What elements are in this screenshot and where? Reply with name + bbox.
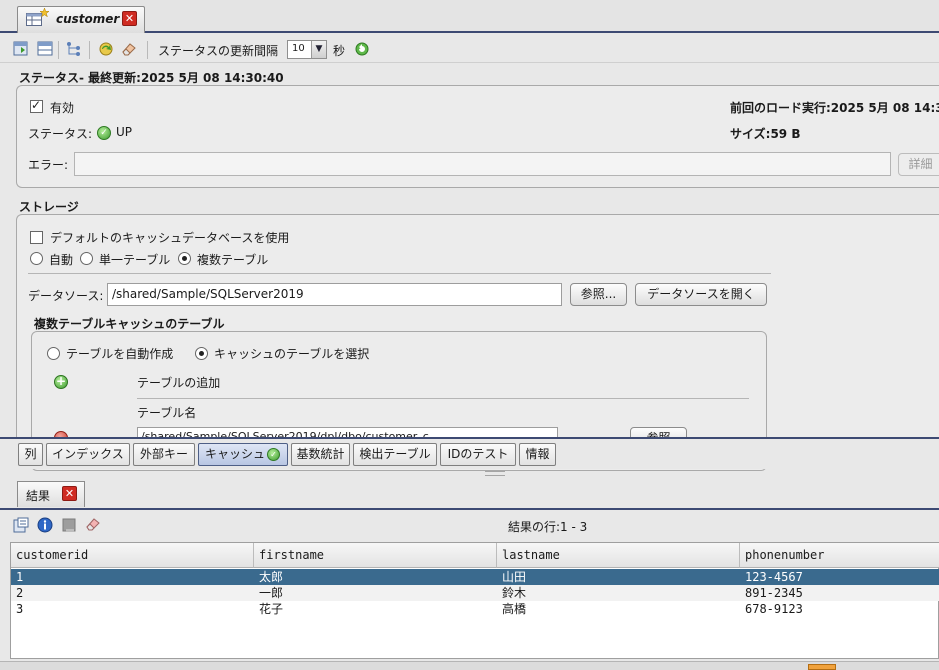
mode-auto-label: 自動: [49, 253, 74, 267]
interval-value[interactable]: 10: [292, 43, 305, 54]
error-label: エラー:: [28, 158, 69, 172]
interval-label: ステータスの更新間隔: [158, 44, 279, 58]
status-section-title: ステータス- 最終更新:2025 5月 08 14:30:40: [19, 71, 284, 85]
cell-customerid: 2: [16, 586, 24, 600]
mode-multi-radio[interactable]: [178, 252, 191, 265]
reload-icon[interactable]: [98, 41, 114, 57]
cell-phonenumber: 891-2345: [745, 586, 803, 600]
enabled-label: 有効: [50, 101, 75, 115]
mode-single-label: 単一テーブル: [99, 253, 171, 267]
result-row-count: 結果の行:1 - 3: [508, 520, 588, 534]
tab-id-test[interactable]: IDのテスト: [440, 443, 516, 466]
run-icon[interactable]: [355, 42, 369, 56]
interval-spinner[interactable]: 10 ▼: [287, 40, 327, 59]
open-datasource-button[interactable]: データソースを開く: [635, 283, 767, 306]
tab-cache[interactable]: キャッシュ ✓: [198, 443, 288, 466]
memory-indicator: [808, 664, 836, 670]
select-cache-table-label: キャッシュのテーブルを選択: [214, 347, 370, 361]
auto-create-table-label: テーブルを自動作成: [66, 347, 174, 361]
tab-results[interactable]: 結果 ✕: [17, 481, 85, 507]
enabled-checkbox[interactable]: [30, 98, 43, 113]
cache-ok-icon: ✓: [267, 448, 280, 461]
clear-results-icon[interactable]: [85, 516, 101, 532]
cell-lastname: 鈴木: [502, 586, 527, 600]
status-value: UP: [116, 125, 133, 139]
toolbar-separator: [89, 41, 90, 59]
detail-button[interactable]: 詳細: [898, 153, 939, 176]
results-tab-strip: [0, 477, 939, 510]
tab-indexes[interactable]: インデックス: [46, 443, 130, 466]
mode-single-radio[interactable]: [80, 252, 93, 265]
chevron-down-icon[interactable]: ▼: [311, 41, 326, 58]
multi-table-title: 複数テーブルキャッシュのテーブル: [34, 317, 225, 331]
storage-section-title: ストレージ: [19, 200, 79, 214]
status-label: ステータス:: [28, 127, 93, 141]
table-row[interactable]: 1 太郎 山田 123-4567: [11, 569, 939, 585]
interval-unit: 秒: [333, 44, 346, 58]
cell-lastname: 山田: [502, 570, 527, 584]
auto-create-table-radio[interactable]: [47, 347, 60, 360]
close-tab-icon[interactable]: ✕: [122, 11, 137, 26]
last-load-text: 前回のロード実行:2025 5月 08 14:30:2: [730, 101, 939, 115]
tab-foreign-keys[interactable]: 外部キー: [133, 443, 195, 466]
column-header-lastname[interactable]: lastname: [497, 543, 740, 568]
tab-detected-tables[interactable]: 検出テーブル: [353, 443, 437, 466]
select-cache-table-radio[interactable]: [195, 347, 208, 360]
stop-icon: [62, 518, 76, 532]
column-header-customerid[interactable]: customerid: [11, 543, 254, 568]
results-tab-title: 結果: [26, 489, 51, 503]
tree-icon[interactable]: [66, 41, 82, 57]
status-ok-icon: ✓: [97, 126, 111, 140]
column-header-phonenumber[interactable]: phonenumber: [740, 543, 939, 568]
tab-cache-label: キャッシュ: [205, 447, 266, 461]
cell-firstname: 一郎: [259, 586, 284, 600]
size-text: サイズ:59 B: [730, 127, 801, 141]
toolbar-separator: [147, 41, 148, 59]
close-results-icon[interactable]: ✕: [62, 486, 77, 501]
cell-lastname: 高橋: [502, 602, 527, 616]
divider: [28, 273, 771, 274]
export-icon[interactable]: [13, 517, 29, 533]
tab-title: customer: [56, 12, 120, 26]
tab-customer[interactable]: customer ✕: [17, 6, 145, 33]
eraser-icon[interactable]: [121, 41, 137, 57]
toolbar-separator: [58, 41, 59, 59]
tab-columns[interactable]: 列: [18, 443, 43, 466]
mode-auto-radio[interactable]: [30, 252, 43, 265]
table-row[interactable]: 3 花子 高橋 678-9123: [11, 601, 939, 617]
cell-phonenumber: 123-4567: [745, 570, 803, 584]
tab-cardinality[interactable]: 基数統計: [291, 443, 350, 466]
tab-info[interactable]: 情報: [519, 443, 556, 466]
browse-button[interactable]: 参照...: [570, 283, 627, 306]
divider: [137, 398, 749, 399]
star-icon: [40, 8, 49, 17]
refresh-db-icon[interactable]: [13, 41, 29, 57]
table-row[interactable]: 2 一郎 鈴木 891-2345: [11, 585, 939, 601]
splitter-handle[interactable]: [485, 471, 505, 476]
status-bar: [0, 661, 939, 670]
add-table-label: テーブルの追加: [137, 376, 221, 390]
datasource-label: データソース:: [28, 289, 104, 303]
use-default-db-label: デフォルトのキャッシュデータベースを使用: [50, 231, 290, 245]
error-field[interactable]: [74, 152, 891, 176]
table-view-icon[interactable]: [37, 41, 53, 57]
datasource-input[interactable]: /shared/Sample/SQLServer2019: [107, 283, 562, 306]
info-icon[interactable]: [37, 517, 53, 533]
add-table-icon[interactable]: +: [54, 375, 68, 389]
results-grid[interactable]: customerid firstname lastname phonenumbe…: [10, 542, 939, 659]
cell-customerid: 1: [16, 570, 24, 584]
cell-customerid: 3: [16, 602, 24, 616]
table-name-header: テーブル名: [137, 406, 197, 420]
column-header-firstname[interactable]: firstname: [254, 543, 497, 568]
mode-multi-label: 複数テーブル: [197, 253, 269, 267]
toolbar: [0, 36, 939, 63]
cell-firstname: 花子: [259, 602, 284, 616]
use-default-db-checkbox[interactable]: [30, 231, 43, 244]
cell-phonenumber: 678-9123: [745, 602, 803, 616]
cell-firstname: 太郎: [259, 570, 284, 584]
